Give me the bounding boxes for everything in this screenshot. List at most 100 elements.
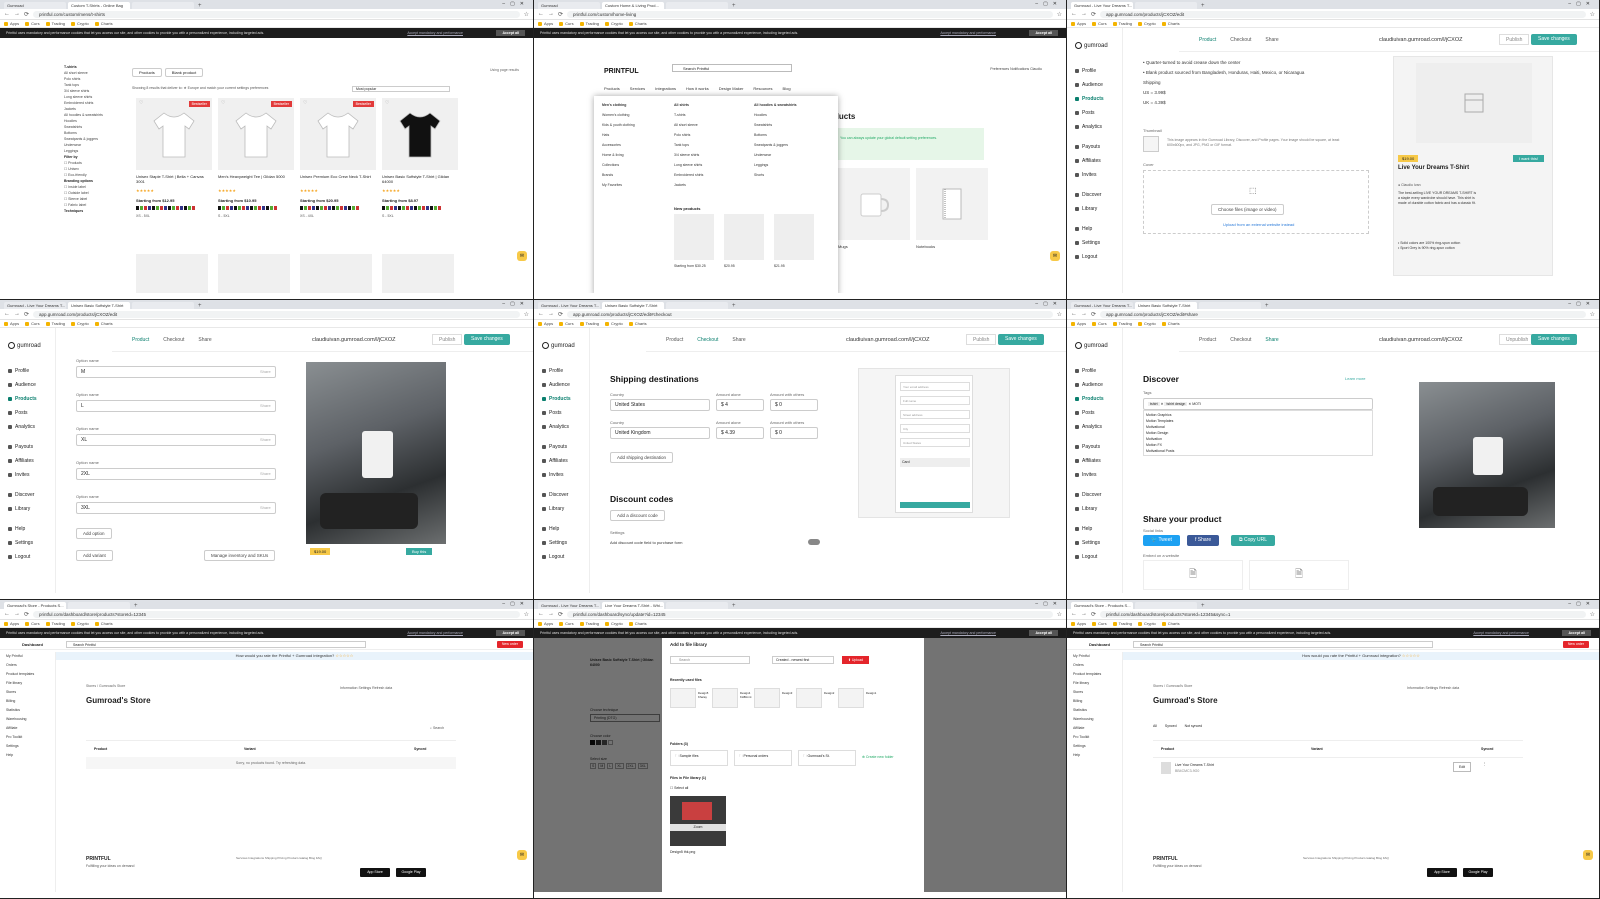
url-field[interactable]: app.gumroad.com/products/jCXOZ/edit#shar… xyxy=(1100,310,1586,318)
breadcrumb[interactable]: Stores / Gumroad's Store xyxy=(86,684,125,688)
edit-button[interactable]: Edit xyxy=(1453,762,1472,772)
reload-icon[interactable]: ⟳ xyxy=(1091,311,1096,318)
folder-item[interactable]: 🗀 Gumroad's St. xyxy=(798,750,856,766)
back-icon[interactable]: ← xyxy=(1071,11,1077,17)
browser-tab[interactable] xyxy=(132,2,194,9)
bookmark[interactable]: Curs xyxy=(559,21,574,26)
menu-item[interactable]: Leggings xyxy=(754,160,797,170)
select-all-checkbox[interactable]: ☐ Select all xyxy=(670,786,688,790)
recent-file-thumb[interactable] xyxy=(670,688,696,708)
sidebar-item-payouts[interactable]: Payouts xyxy=(1075,144,1100,150)
recent-file-thumb[interactable] xyxy=(712,688,738,708)
bookmark[interactable]: Curs xyxy=(1092,321,1107,326)
bookmark[interactable]: Charts xyxy=(94,21,113,26)
reload-icon[interactable]: ⟳ xyxy=(24,311,29,318)
chat-icon[interactable]: ✉ xyxy=(1583,850,1593,860)
sidebar-item-library[interactable]: Library xyxy=(1075,206,1097,212)
create-folder-link[interactable]: ⊕ Create new folder xyxy=(862,755,894,759)
browser-tab[interactable]: Custom T-Shirts - Online Bag xyxy=(68,2,130,9)
bookmark[interactable]: Apps xyxy=(1071,21,1086,26)
amount-alone-input[interactable]: $ 4.39 xyxy=(716,427,764,439)
forward-icon[interactable]: → xyxy=(548,611,554,617)
sidebar-item[interactable]: Affiliate xyxy=(1067,724,1122,733)
forward-icon[interactable]: → xyxy=(548,11,554,17)
window-controls-icon[interactable]: –▢✕ xyxy=(502,601,529,607)
product-card[interactable]: Bestseller ♡ Unisex Staple T-Shirt | Bell… xyxy=(136,98,212,248)
tab-product[interactable]: Product xyxy=(132,337,149,343)
sidebar-item-analytics[interactable]: Analytics xyxy=(1075,124,1102,130)
browser-tab[interactable]: Gumroad - Live Your Dreams T... xyxy=(4,302,66,309)
heart-icon[interactable]: ♡ xyxy=(303,100,307,106)
browser-tab[interactable] xyxy=(1199,302,1261,309)
sidebar-item-payouts[interactable]: Payouts xyxy=(8,444,33,450)
tab-share[interactable]: Share xyxy=(732,337,745,343)
sidebar-item[interactable]: Pro Toolkit xyxy=(1067,733,1122,742)
tags-input[interactable]: tshirt ✕ tshirt design ✕ MOTI xyxy=(1143,398,1373,410)
new-order-button[interactable]: New order xyxy=(1562,641,1589,648)
publish-button[interactable]: Publish xyxy=(966,334,997,345)
menu-item[interactable]: Bottoms xyxy=(754,130,797,140)
product-image[interactable]: Bestseller ♡ xyxy=(218,98,294,170)
bookmark[interactable]: Crypto xyxy=(71,321,89,326)
breadcrumb[interactable]: Stores / Gumroad's Store xyxy=(1153,684,1192,688)
sidebar-item-logout[interactable]: Logout xyxy=(542,554,564,560)
sidebar-item[interactable]: Settings xyxy=(0,742,55,751)
accept-all-button[interactable]: Accept all xyxy=(1029,30,1058,36)
sidebar-item-discover[interactable]: Discover xyxy=(1075,492,1101,498)
tab-products[interactable]: Products xyxy=(132,68,162,77)
sidebar-item-profile[interactable]: Profile xyxy=(1075,368,1096,374)
product-card[interactable]: Bestseller ♡ Men's Heavyweight Tee | Gild… xyxy=(218,98,294,248)
back-icon[interactable]: ← xyxy=(4,11,10,17)
nav-item[interactable]: Design Maker xyxy=(719,86,744,91)
menu-heading[interactable]: All hoodies & sweatshirts xyxy=(754,100,797,110)
back-icon[interactable]: ← xyxy=(1071,311,1077,317)
window-controls-icon[interactable]: –▢✕ xyxy=(1568,301,1595,307)
discount-toggle[interactable] xyxy=(808,539,820,545)
tab-checkout[interactable]: Checkout xyxy=(163,337,184,343)
sidebar-item-invites[interactable]: Invites xyxy=(1075,472,1096,478)
browser-tab[interactable]: Unisex Basic Softstyle T-Shirt xyxy=(1135,302,1197,309)
new-product-image[interactable] xyxy=(674,214,714,260)
menu-category[interactable]: Women's clothing xyxy=(602,110,635,120)
url-field[interactable]: app.gumroad.com/products/jCXOZ/edit#chec… xyxy=(567,310,1053,318)
product-image[interactable] xyxy=(136,254,208,293)
option-name-input[interactable]: 2XL xyxy=(76,468,276,480)
share-link[interactable]: Share xyxy=(260,369,271,374)
tab-product[interactable]: Product xyxy=(1199,37,1216,43)
tag-suggestion[interactable]: Motivational Posts xyxy=(1146,448,1370,454)
browser-tab[interactable]: Gumroad's Store - Products S... xyxy=(4,602,66,609)
footer-links[interactable]: Services Integrations Shipping Pricing P… xyxy=(1303,856,1389,860)
browser-tab[interactable]: Gumroad - Live Your Dreams T... xyxy=(1071,302,1133,309)
sidebar-item-affiliates[interactable]: Affiliates xyxy=(542,458,568,464)
back-icon[interactable]: ← xyxy=(4,611,10,617)
bookmark[interactable]: Apps xyxy=(538,321,553,326)
browser-tab[interactable]: Gumroad - Live Your Dreams T... xyxy=(1071,2,1133,9)
sidebar-item-logout[interactable]: Logout xyxy=(8,554,30,560)
sidebar-item-invites[interactable]: Invites xyxy=(1075,172,1096,178)
sidebar-item-profile[interactable]: Profile xyxy=(8,368,29,374)
rating-stars-icon[interactable]: ☆☆☆☆☆ xyxy=(335,653,353,658)
sidebar-item-settings[interactable]: Settings xyxy=(1075,540,1100,546)
sidebar-item-posts[interactable]: Posts xyxy=(1075,110,1095,116)
save-changes-button[interactable]: Save changes xyxy=(1531,334,1577,345)
menu-item[interactable]: Hoodies xyxy=(754,110,797,120)
option-name-input[interactable]: XL xyxy=(76,434,276,446)
printful-logo[interactable]: PRINTFUL xyxy=(604,68,639,75)
embed-option[interactable]: 🗎 xyxy=(1143,560,1243,590)
upload-button[interactable]: ⬆ Upload xyxy=(842,656,869,664)
publish-button[interactable]: Unpublish xyxy=(1499,334,1536,345)
sidebar-item-posts[interactable]: Posts xyxy=(1075,410,1095,416)
sidebar-item[interactable]: Statistics xyxy=(0,706,55,715)
bookmark[interactable]: Charts xyxy=(1161,21,1180,26)
sidebar-item-discover[interactable]: Discover xyxy=(542,492,568,498)
window-controls-icon[interactable]: –▢✕ xyxy=(502,1,529,7)
product-name[interactable]: Unisex Premium Eco Crew Neck T-Shirt xyxy=(300,174,374,179)
sidebar-item[interactable]: Settings xyxy=(1067,742,1122,751)
option-name-input[interactable]: L xyxy=(76,400,276,412)
menu-category[interactable]: Men's clothing xyxy=(602,100,635,110)
url-field[interactable]: printful.com/custom/home-living xyxy=(567,10,1053,18)
image-icon[interactable] xyxy=(1143,136,1159,152)
store-links[interactable]: Information Settings Refresh data xyxy=(1407,686,1459,690)
product-name[interactable]: Live Your Dreams T-Shirt xyxy=(1175,763,1214,767)
more-icon[interactable]: ⋮ xyxy=(1483,762,1487,766)
